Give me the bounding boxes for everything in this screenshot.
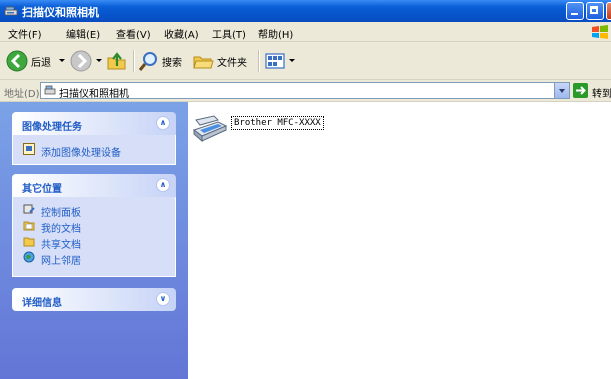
task-label[interactable]: 控制面板 <box>41 204 81 219</box>
maximize-button[interactable] <box>586 2 604 20</box>
image-tasks-title: 图像处理任务 <box>22 122 82 133</box>
collapse-icon[interactable]: ∧ <box>156 116 170 130</box>
menu-help[interactable]: 帮助(H) <box>258 26 293 41</box>
go-icon[interactable] <box>573 83 588 98</box>
views-icon[interactable] <box>264 48 286 74</box>
image-tasks-header[interactable]: 图像处理任务 ∧ <box>12 112 176 135</box>
explorer-window: 扫描仪和照相机 文件(F) 编辑(E) 查看(V) 收藏(A) 工具(T) 帮助… <box>0 0 611 379</box>
shared-documents-icon <box>23 237 35 247</box>
image-tasks-body: 添加图像处理设备 <box>12 135 176 165</box>
address-dropdown-icon[interactable] <box>554 83 569 98</box>
network-places-icon <box>23 251 35 263</box>
scanner-icon <box>192 115 228 143</box>
address-bar: 地址(D) 扫描仪和照相机 转到 <box>0 80 611 102</box>
back-icon[interactable] <box>6 48 28 74</box>
my-documents-icon <box>23 221 35 231</box>
title-bar[interactable]: 扫描仪和照相机 <box>0 0 611 22</box>
back-label[interactable]: 后退 <box>31 54 51 69</box>
details-title: 详细信息 <box>22 298 62 309</box>
collapse-icon[interactable]: ∧ <box>156 178 170 192</box>
close-button[interactable] <box>606 2 611 20</box>
scanner-camera-icon <box>4 6 18 16</box>
add-device-icon <box>23 143 35 155</box>
other-places-header[interactable]: 其它位置 ∧ <box>12 174 176 197</box>
scanner-camera-icon <box>44 85 56 95</box>
address-label: 地址(D) <box>4 89 40 100</box>
other-places-panel: 其它位置 ∧ 控制面板 我的文档 共享文档 网上邻居 <box>12 174 176 277</box>
views-dropdown-icon[interactable] <box>289 59 295 62</box>
details-panel: 详细信息 ∨ <box>12 288 176 311</box>
menu-tools[interactable]: 工具(T) <box>212 26 246 41</box>
expand-icon[interactable]: ∨ <box>156 292 170 306</box>
search-icon[interactable] <box>138 48 160 74</box>
forward-icon[interactable] <box>70 48 92 74</box>
details-header[interactable]: 详细信息 ∨ <box>12 288 176 311</box>
control-panel-icon <box>23 204 35 214</box>
address-input[interactable]: 扫描仪和照相机 <box>40 82 570 100</box>
window-title: 扫描仪和照相机 <box>22 6 99 19</box>
menu-view[interactable]: 查看(V) <box>116 26 151 41</box>
device-label[interactable]: Brother MFC-XXXX <box>231 116 324 130</box>
address-value: 扫描仪和照相机 <box>59 89 129 100</box>
toolbar-separator <box>258 50 260 72</box>
forward-dropdown-icon[interactable] <box>96 59 102 62</box>
other-places-body: 控制面板 我的文档 共享文档 网上邻居 <box>12 197 176 277</box>
other-places-title: 其它位置 <box>22 184 62 195</box>
content-area: Brother MFC-XXXX <box>188 102 611 379</box>
toolbar: 后退 搜索 文件夹 <box>0 42 611 80</box>
menu-favorites[interactable]: 收藏(A) <box>164 26 199 41</box>
task-label[interactable]: 共享文档 <box>41 236 81 251</box>
minimize-button[interactable] <box>566 2 584 20</box>
back-dropdown-icon[interactable] <box>59 59 65 62</box>
go-label[interactable]: 转到 <box>592 85 611 100</box>
task-label[interactable]: 我的文档 <box>41 220 81 235</box>
menu-bar: 文件(F) 编辑(E) 查看(V) 收藏(A) 工具(T) 帮助(H) <box>0 22 611 42</box>
task-pane: 图像处理任务 ∧ 添加图像处理设备 其它位置 ∧ 控制面板 我的文档 共享文档 … <box>0 102 188 379</box>
up-folder-icon[interactable] <box>106 48 128 74</box>
task-label[interactable]: 网上邻居 <box>41 252 81 267</box>
menu-edit[interactable]: 编辑(E) <box>66 26 100 41</box>
task-label[interactable]: 添加图像处理设备 <box>41 144 121 159</box>
toolbar-separator <box>133 50 135 72</box>
menu-file[interactable]: 文件(F) <box>8 26 42 41</box>
folders-label[interactable]: 文件夹 <box>217 54 247 69</box>
folders-icon[interactable] <box>192 48 214 74</box>
search-label[interactable]: 搜索 <box>162 54 182 69</box>
image-tasks-panel: 图像处理任务 ∧ 添加图像处理设备 <box>12 112 176 165</box>
device-item[interactable]: Brother MFC-XXXX <box>192 114 332 144</box>
windows-logo-icon <box>592 25 608 39</box>
